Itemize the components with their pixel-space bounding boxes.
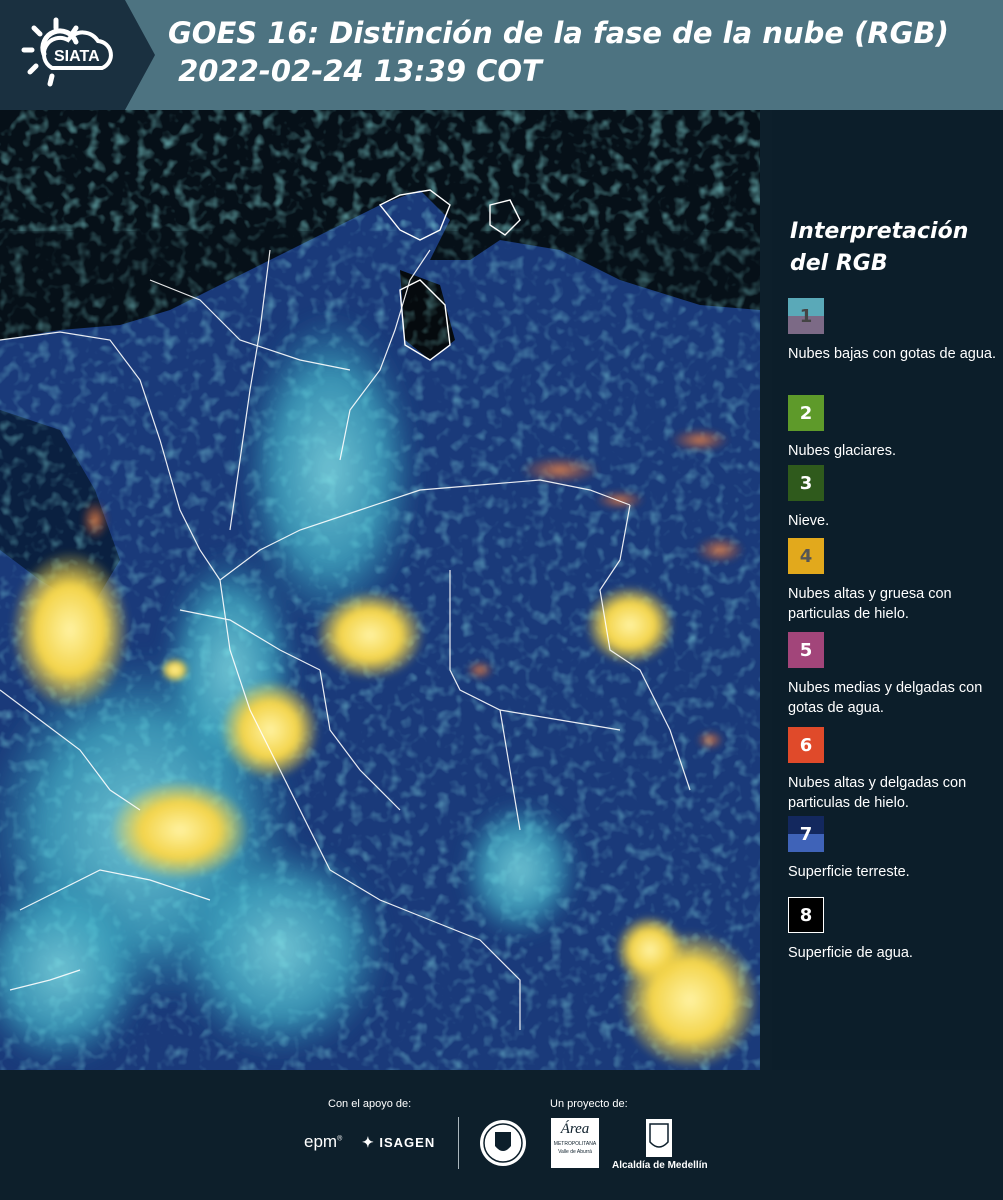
logo-text: SIATA bbox=[54, 48, 100, 65]
epm-logo: epm® bbox=[304, 1132, 343, 1151]
legend-number: 3 bbox=[799, 472, 813, 494]
siata-logo: SIATA bbox=[0, 0, 155, 110]
legend-item: 3 Nieve. bbox=[788, 465, 998, 531]
legend-label: Nubes altas y gruesa con particulas de h… bbox=[788, 586, 952, 622]
legend-item: 1 Nubes bajas con gotas de agua. bbox=[788, 298, 998, 364]
alcaldia-shield-icon bbox=[646, 1119, 672, 1157]
legend-swatch: 4 bbox=[788, 538, 824, 574]
legend-number: 7 bbox=[799, 823, 813, 845]
footer-divider bbox=[458, 1117, 459, 1169]
isagen-text: ISAGEN bbox=[379, 1135, 436, 1150]
medellin-seal-icon bbox=[480, 1120, 526, 1166]
page-title: GOES 16: Distinción de la fase de la nub… bbox=[168, 14, 998, 90]
legend-number: 5 bbox=[799, 639, 813, 661]
title-line-2: 2022-02-24 13:39 COT bbox=[168, 54, 542, 88]
legend-number: 6 bbox=[799, 734, 813, 756]
legend-item: 2 Nubes glaciares. bbox=[788, 395, 998, 461]
project-label: Un proyecto de: bbox=[550, 1098, 628, 1110]
legend-number: 1 bbox=[799, 305, 813, 327]
area-logo-line2: METROPOLITANA bbox=[553, 1141, 597, 1147]
isagen-logo: ✦ ISAGEN bbox=[362, 1134, 435, 1151]
legend-label: Superficie terreste. bbox=[788, 864, 910, 880]
legend-number: 2 bbox=[799, 402, 813, 424]
legend-swatch: 2 bbox=[788, 395, 824, 431]
legend-swatch: 1 bbox=[788, 298, 824, 334]
legend-item: 4 Nubes altas y gruesa con particulas de … bbox=[788, 538, 998, 624]
legend-title: Interpretación del RGB bbox=[790, 219, 969, 276]
satellite-rgb-image bbox=[0, 110, 760, 1070]
legend-label: Nubes glaciares. bbox=[788, 443, 896, 459]
header-bar: SIATA GOES 16: Distinción de la fase de … bbox=[0, 0, 1003, 110]
legend-swatch: 8 bbox=[788, 897, 824, 933]
area-metropolitana-logo: Área METROPOLITANA Valle de Aburrá bbox=[551, 1118, 599, 1168]
area-logo-line3: Valle de Aburrá bbox=[558, 1149, 592, 1155]
legend-label: Nubes altas y delgadas con particulas de… bbox=[788, 775, 967, 811]
footer: Con el apoyo de: Un proyecto de: epm® ✦ … bbox=[0, 1070, 1003, 1200]
legend-number: 4 bbox=[799, 545, 813, 567]
legend-swatch: 6 bbox=[788, 727, 824, 763]
legend-label: Nubes bajas con gotas de agua. bbox=[788, 346, 996, 362]
legend-label: Nieve. bbox=[788, 513, 830, 529]
title-line-1: GOES 16: Distinción de la fase de la nub… bbox=[168, 16, 949, 50]
alcaldia-text: Alcaldía de Medellín bbox=[612, 1160, 708, 1171]
legend-number: 8 bbox=[799, 904, 813, 926]
support-label: Con el apoyo de: bbox=[328, 1098, 412, 1110]
legend-item: 8 Superficie de agua. bbox=[788, 897, 998, 963]
legend-swatch: 7 bbox=[788, 816, 824, 852]
legend-item: 6 Nubes altas y delgadas con particulas d… bbox=[788, 727, 998, 813]
legend-item: 7 Superficie terreste. bbox=[788, 816, 998, 882]
legend-label: Superficie de agua. bbox=[788, 945, 913, 961]
legend-label: Nubes medias y delgadas con gotas de agu… bbox=[788, 680, 983, 716]
legend-swatch: 3 bbox=[788, 465, 824, 501]
area-logo-title: Área bbox=[560, 1121, 590, 1137]
legend-item: 5 Nubes medias y delgadas con gotas de ag… bbox=[788, 632, 998, 718]
epm-text: epm bbox=[304, 1132, 338, 1151]
isagen-icon: ✦ bbox=[362, 1134, 375, 1150]
legend-panel: Interpretación del RGB 1 Nubes bajas con … bbox=[772, 110, 1003, 1070]
satellite-map bbox=[0, 110, 760, 1070]
legend-swatch: 5 bbox=[788, 632, 824, 668]
